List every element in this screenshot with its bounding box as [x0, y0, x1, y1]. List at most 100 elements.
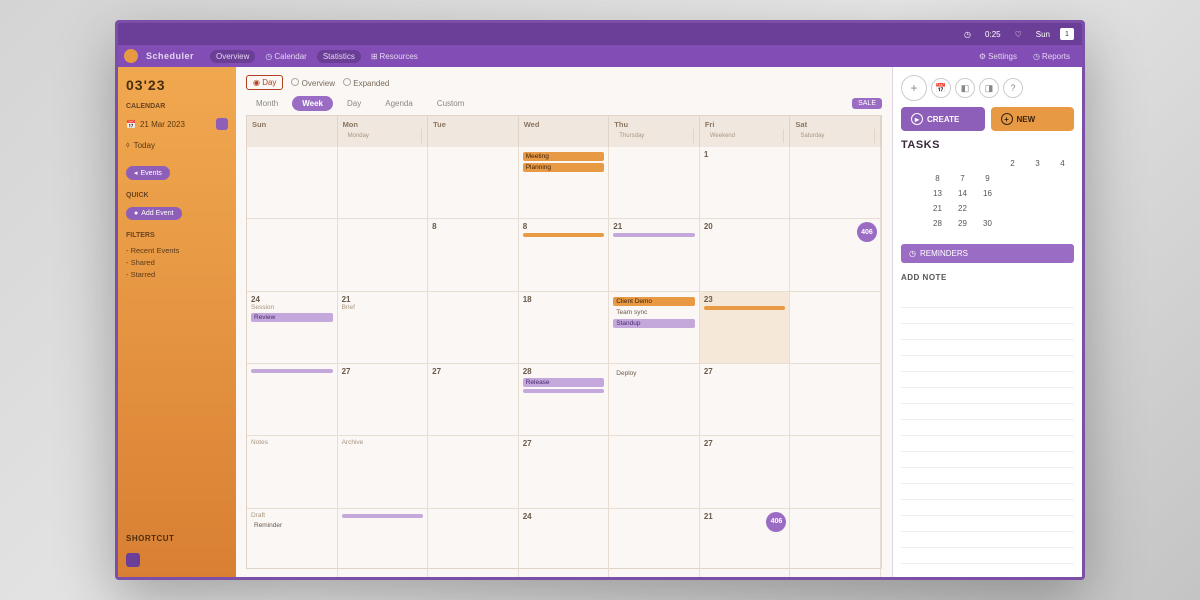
- calendar-event[interactable]: Reminder: [251, 521, 333, 530]
- sidebar-tag[interactable]: Today: [134, 141, 155, 150]
- mini-cal-day[interactable]: [926, 157, 949, 170]
- menu-reports[interactable]: ◷ Reports: [1027, 50, 1076, 63]
- calendar-event[interactable]: [251, 369, 333, 373]
- calendar-cell[interactable]: 27: [700, 364, 791, 436]
- view-month[interactable]: Month: [246, 96, 288, 111]
- mini-cal-day[interactable]: [1051, 217, 1074, 230]
- calendar-cell[interactable]: 8: [519, 219, 610, 291]
- calendar-cell[interactable]: 406: [790, 219, 881, 291]
- mini-cal-day[interactable]: 3: [1026, 157, 1049, 170]
- mini-cal-day[interactable]: [1026, 202, 1049, 215]
- calendar-cell[interactable]: [790, 147, 881, 219]
- calendar-cell[interactable]: [338, 509, 429, 577]
- panel-left-icon[interactable]: ◧: [955, 78, 975, 98]
- view-week[interactable]: Week: [292, 96, 333, 111]
- mini-cal-day[interactable]: [901, 187, 924, 200]
- mini-cal-day[interactable]: [1026, 172, 1049, 185]
- mini-cal-day[interactable]: [976, 202, 999, 215]
- calendar-nav-icon[interactable]: 📅: [126, 120, 136, 129]
- mini-cal-day[interactable]: 28: [926, 217, 949, 230]
- mini-cal-day[interactable]: [1001, 187, 1024, 200]
- tab-day[interactable]: ◉ Day: [246, 75, 283, 90]
- sidebar-date-marker-icon[interactable]: [216, 118, 228, 130]
- add-icon[interactable]: +: [901, 75, 927, 101]
- calendar-cell[interactable]: [338, 219, 429, 291]
- calendar-cell[interactable]: [428, 292, 519, 364]
- calendar-cell[interactable]: 23: [700, 292, 791, 364]
- menu-resources[interactable]: ⊞ Resources: [365, 50, 424, 63]
- calendar-cell[interactable]: 24: [519, 509, 610, 577]
- calendar-cell[interactable]: [247, 364, 338, 436]
- mini-cal-day[interactable]: 13: [926, 187, 949, 200]
- calendar-cell[interactable]: [609, 436, 700, 508]
- calendar-cell[interactable]: [790, 509, 881, 577]
- filter-item[interactable]: Starred: [126, 269, 228, 281]
- sidebar-events-link[interactable]: ◂ Events: [126, 166, 170, 180]
- calendar-cell[interactable]: Archive: [338, 436, 429, 508]
- calendar-cell[interactable]: [247, 219, 338, 291]
- filter-item[interactable]: Shared: [126, 257, 228, 269]
- calendar-cell[interactable]: 20: [700, 219, 791, 291]
- mini-cal-day[interactable]: [901, 172, 924, 185]
- calendar-event[interactable]: [342, 514, 424, 518]
- calendar-cell[interactable]: [338, 147, 429, 219]
- mini-cal-day[interactable]: [1001, 172, 1024, 185]
- mini-cal-day[interactable]: 14: [951, 187, 974, 200]
- mini-cal-day[interactable]: [901, 157, 924, 170]
- mini-cal-day[interactable]: 4: [1051, 157, 1074, 170]
- panel-right-icon[interactable]: ◨: [979, 78, 999, 98]
- mini-cal-day[interactable]: [901, 217, 924, 230]
- calendar-cell[interactable]: [790, 364, 881, 436]
- calendar-icon[interactable]: 📅: [931, 78, 951, 98]
- mini-cal-day[interactable]: 8: [926, 172, 949, 185]
- calendar-cell[interactable]: 27: [519, 436, 610, 508]
- calendar-event[interactable]: Client Demo: [613, 297, 695, 306]
- calendar-event[interactable]: Standup: [613, 319, 695, 328]
- mini-cal-day[interactable]: 9: [976, 172, 999, 185]
- sidebar-shortcut-button[interactable]: [126, 553, 140, 567]
- add-event-button[interactable]: ● Add Event: [126, 207, 182, 220]
- mini-cal-day[interactable]: 21: [926, 202, 949, 215]
- calendar-event[interactable]: [523, 389, 605, 393]
- calendar-cell[interactable]: [428, 509, 519, 577]
- menu-settings[interactable]: ⚙ Settings: [973, 50, 1023, 63]
- calendar-cell[interactable]: Deploy: [609, 364, 700, 436]
- calendar-event[interactable]: Planning: [523, 163, 605, 172]
- calendar-cell[interactable]: Notes: [247, 436, 338, 508]
- calendar-cell[interactable]: DraftReminder: [247, 509, 338, 577]
- calendar-cell[interactable]: [609, 509, 700, 577]
- help-icon[interactable]: ?: [1003, 78, 1023, 98]
- calendar-event[interactable]: [613, 233, 695, 237]
- mini-cal-day[interactable]: 29: [951, 217, 974, 230]
- mini-cal-day[interactable]: 16: [976, 187, 999, 200]
- calendar-event[interactable]: Review: [251, 313, 333, 322]
- menu-statistics[interactable]: Statistics: [317, 50, 361, 63]
- tab-expanded[interactable]: Expanded: [343, 78, 389, 88]
- calendar-cell[interactable]: [790, 292, 881, 364]
- calendar-cell[interactable]: 24SessionReview: [247, 292, 338, 364]
- menu-overview[interactable]: Overview: [210, 50, 255, 63]
- calendar-cell[interactable]: 1: [700, 147, 791, 219]
- calendar-cell[interactable]: [428, 147, 519, 219]
- calendar-cell[interactable]: 8: [428, 219, 519, 291]
- mini-cal-day[interactable]: 7: [951, 172, 974, 185]
- calendar-cell[interactable]: 27: [700, 436, 791, 508]
- calendar-cell[interactable]: [790, 436, 881, 508]
- calendar-cell[interactable]: 27: [428, 364, 519, 436]
- calendar-cell[interactable]: 21406: [700, 509, 791, 577]
- mini-cal-day[interactable]: [901, 202, 924, 215]
- tab-overview[interactable]: Overview: [291, 78, 335, 88]
- mini-cal-day[interactable]: [1051, 202, 1074, 215]
- calendar-cell[interactable]: [609, 147, 700, 219]
- calendar-cell[interactable]: [428, 436, 519, 508]
- calendar-cell[interactable]: 18: [519, 292, 610, 364]
- create-button[interactable]: ▸CREATE: [901, 107, 985, 131]
- mini-cal-day[interactable]: [1051, 172, 1074, 185]
- view-day[interactable]: Day: [337, 96, 371, 111]
- calendar-event[interactable]: [523, 233, 605, 237]
- calendar-event[interactable]: [704, 306, 786, 310]
- view-custom[interactable]: Custom: [427, 96, 475, 111]
- calendar-event[interactable]: Team sync: [613, 308, 695, 317]
- mini-cal-day[interactable]: [1001, 202, 1024, 215]
- view-agenda[interactable]: Agenda: [375, 96, 423, 111]
